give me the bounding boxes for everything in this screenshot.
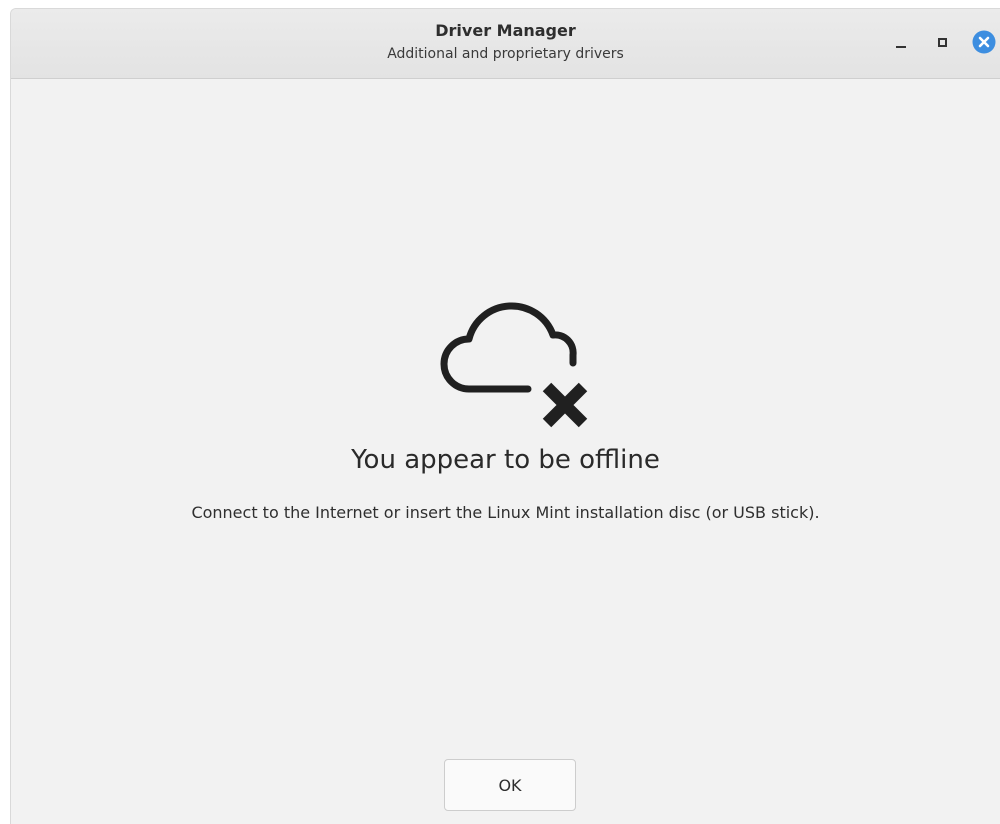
ok-button[interactable]: OK bbox=[444, 759, 576, 811]
minimize-button[interactable] bbox=[888, 29, 914, 55]
close-icon bbox=[972, 30, 996, 54]
close-button[interactable] bbox=[971, 29, 997, 55]
main-content: You appear to be offline Connect to the … bbox=[11, 79, 1000, 824]
titlebar[interactable]: Driver Manager Additional and proprietar… bbox=[11, 9, 1000, 79]
window-title: Driver Manager bbox=[435, 21, 576, 40]
cloud-offline-icon bbox=[440, 302, 588, 428]
minimize-icon bbox=[896, 46, 906, 48]
offline-heading: You appear to be offline bbox=[351, 445, 660, 475]
driver-manager-window: Driver Manager Additional and proprietar… bbox=[10, 8, 1000, 824]
window-subtitle: Additional and proprietary drivers bbox=[387, 46, 624, 62]
maximize-button[interactable] bbox=[929, 29, 955, 55]
offline-message: Connect to the Internet or insert the Li… bbox=[191, 503, 820, 522]
maximize-icon bbox=[937, 37, 947, 47]
